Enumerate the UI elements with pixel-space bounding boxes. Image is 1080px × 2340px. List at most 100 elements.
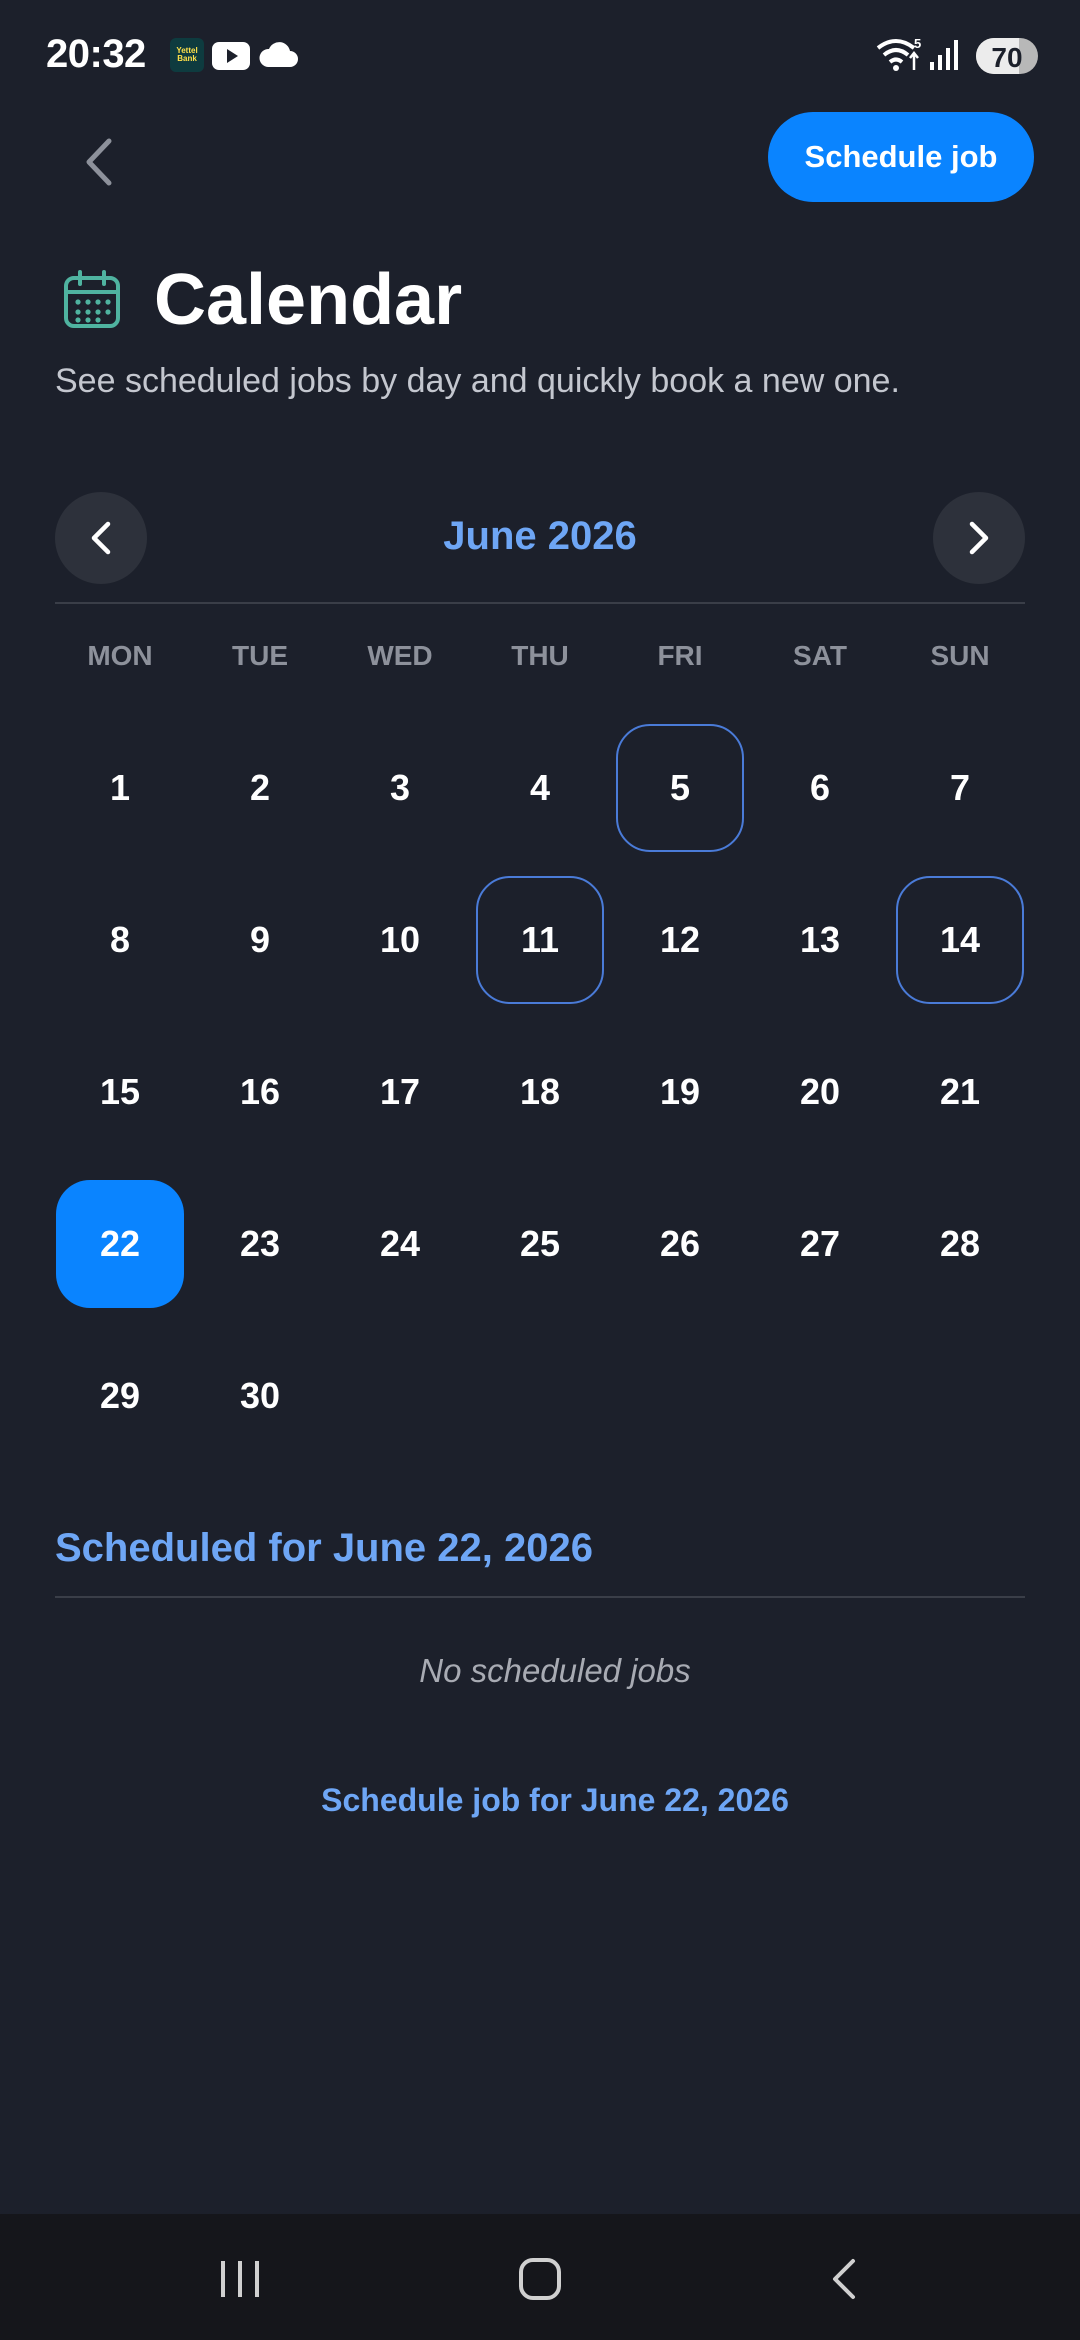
calendar-day[interactable]: 21 xyxy=(896,1028,1024,1156)
calendar-day-cell[interactable]: 11 xyxy=(470,864,610,1016)
wifi-badge: 5 xyxy=(914,36,921,51)
weekday-sun: SUN xyxy=(930,640,990,671)
page-subtitle: See scheduled jobs by day and quickly bo… xyxy=(55,362,900,400)
calendar-day[interactable]: 9 xyxy=(196,876,324,1004)
weekday-header: MON TUE WED THU FRI SAT SUN xyxy=(50,640,1030,672)
schedule-job-button[interactable]: Schedule job xyxy=(768,112,1034,202)
calendar-day-cell[interactable]: 10 xyxy=(330,864,470,1016)
calendar-day[interactable]: 26 xyxy=(616,1180,744,1308)
wifi-icon: 5 xyxy=(876,36,921,71)
chevron-right-icon xyxy=(969,521,989,555)
calendar-day-cell[interactable]: 19 xyxy=(610,1016,750,1168)
calendar-day-cell[interactable]: 1 xyxy=(50,712,190,864)
calendar-day-cell[interactable]: 20 xyxy=(750,1016,890,1168)
calendar-day-cell[interactable]: 30 xyxy=(190,1320,330,1472)
calendar-day-cell[interactable]: 25 xyxy=(470,1168,610,1320)
calendar-day[interactable]: 16 xyxy=(196,1028,324,1156)
calendar-day-with-job[interactable]: 14 xyxy=(896,876,1024,1004)
bank-app-icon: Yettel Bank xyxy=(170,38,204,72)
page-title: Calendar xyxy=(154,260,463,340)
calendar-day[interactable]: 2 xyxy=(196,724,324,852)
calendar-day-cell[interactable]: 15 xyxy=(50,1016,190,1168)
home-button[interactable] xyxy=(510,2254,570,2304)
system-navigation-bar xyxy=(0,2214,1080,2340)
calendar-day-cell[interactable]: 28 xyxy=(890,1168,1030,1320)
calendar-grid: 1 2 3 4 5 6 7 8 9 10 11 12 13 14 15 16 17 18 19 20 21 22 23 24 2… xyxy=(50,712,1030,1472)
month-navigation: June 2026 xyxy=(55,492,1025,584)
schedule-job-for-date-link[interactable]: Schedule job for June 22, 2026 xyxy=(0,1782,1080,1819)
calendar-day[interactable]: 18 xyxy=(476,1028,604,1156)
calendar-day[interactable]: 13 xyxy=(756,876,884,1004)
calendar-day[interactable]: 4 xyxy=(476,724,604,852)
calendar-day[interactable]: 7 xyxy=(896,724,1024,852)
calendar-day-cell[interactable]: 9 xyxy=(190,864,330,1016)
scheduled-section-title: Scheduled for June 22, 2026 xyxy=(55,1526,593,1570)
calendar-day[interactable]: 25 xyxy=(476,1180,604,1308)
calendar-day-cell[interactable]: 3 xyxy=(330,712,470,864)
calendar-day[interactable]: 27 xyxy=(756,1180,884,1308)
calendar-day-selected[interactable]: 22 xyxy=(56,1180,184,1308)
calendar-day-cell[interactable]: 16 xyxy=(190,1016,330,1168)
chevron-left-icon xyxy=(86,138,112,186)
calendar-day-with-job[interactable]: 5 xyxy=(616,724,744,852)
calendar-day-cell[interactable]: 17 xyxy=(330,1016,470,1168)
calendar-day-cell[interactable]: 6 xyxy=(750,712,890,864)
month-divider xyxy=(55,602,1025,604)
calendar-day[interactable]: 23 xyxy=(196,1180,324,1308)
calendar-day-cell[interactable]: 14 xyxy=(890,864,1030,1016)
calendar-day[interactable]: 20 xyxy=(756,1028,884,1156)
calendar-day-cell[interactable]: 26 xyxy=(610,1168,750,1320)
back-button[interactable] xyxy=(70,130,126,194)
calendar-day[interactable]: 19 xyxy=(616,1028,744,1156)
calendar-day-cell[interactable]: 5 xyxy=(610,712,750,864)
battery-level: 70 xyxy=(991,42,1023,73)
calendar-day-with-job[interactable]: 11 xyxy=(476,876,604,1004)
calendar-icon xyxy=(64,270,120,328)
calendar-day[interactable]: 17 xyxy=(336,1028,464,1156)
weekday-wed: WED xyxy=(367,640,433,671)
home-icon xyxy=(519,2258,561,2300)
title-row: Calendar xyxy=(62,260,463,340)
calendar-day[interactable]: 30 xyxy=(196,1332,324,1460)
status-bar: 20:32 Yettel Bank 5 70 xyxy=(0,0,1080,110)
calendar-day-cell[interactable]: 27 xyxy=(750,1168,890,1320)
recent-apps-icon xyxy=(221,2261,259,2297)
calendar-day[interactable]: 12 xyxy=(616,876,744,1004)
calendar-day-cell[interactable]: 21 xyxy=(890,1016,1030,1168)
battery-icon: 70 xyxy=(976,38,1038,74)
calendar-day-cell[interactable]: 29 xyxy=(50,1320,190,1472)
calendar-day-cell[interactable]: 2 xyxy=(190,712,330,864)
weekday-fri: FRI xyxy=(657,640,703,671)
weekday-thu: THU xyxy=(511,640,569,671)
calendar-day[interactable]: 10 xyxy=(336,876,464,1004)
next-month-button[interactable] xyxy=(933,492,1025,584)
weekday-sat: SAT xyxy=(793,640,847,671)
calendar-day-cell[interactable]: 18 xyxy=(470,1016,610,1168)
calendar-day[interactable]: 15 xyxy=(56,1028,184,1156)
back-icon xyxy=(833,2259,855,2299)
calendar-day-cell[interactable]: 13 xyxy=(750,864,890,1016)
calendar-day[interactable]: 8 xyxy=(56,876,184,1004)
calendar-day[interactable]: 3 xyxy=(336,724,464,852)
signal-icon xyxy=(930,40,958,70)
calendar-day-cell[interactable]: 24 xyxy=(330,1168,470,1320)
weekday-mon: MON xyxy=(87,640,153,671)
calendar-day[interactable]: 6 xyxy=(756,724,884,852)
status-time: 20:32 xyxy=(46,32,146,76)
calendar-day-cell[interactable]: 8 xyxy=(50,864,190,1016)
calendar-day[interactable]: 29 xyxy=(56,1332,184,1460)
calendar-day[interactable]: 1 xyxy=(56,724,184,852)
recent-apps-button[interactable] xyxy=(210,2254,270,2304)
calendar-day[interactable]: 24 xyxy=(336,1180,464,1308)
calendar-day-cell[interactable]: 23 xyxy=(190,1168,330,1320)
empty-state-text: No scheduled jobs xyxy=(419,1652,691,1689)
calendar-day-cell[interactable]: 7 xyxy=(890,712,1030,864)
calendar-day-cell[interactable]: 4 xyxy=(470,712,610,864)
system-back-button[interactable] xyxy=(814,2254,874,2304)
calendar-day-cell[interactable]: 12 xyxy=(610,864,750,1016)
weekday-tue: TUE xyxy=(232,640,288,671)
calendar-day[interactable]: 28 xyxy=(896,1180,1024,1308)
cloud-icon xyxy=(259,42,298,67)
youtube-icon xyxy=(212,42,250,70)
calendar-day-cell[interactable]: 22 xyxy=(50,1168,190,1320)
